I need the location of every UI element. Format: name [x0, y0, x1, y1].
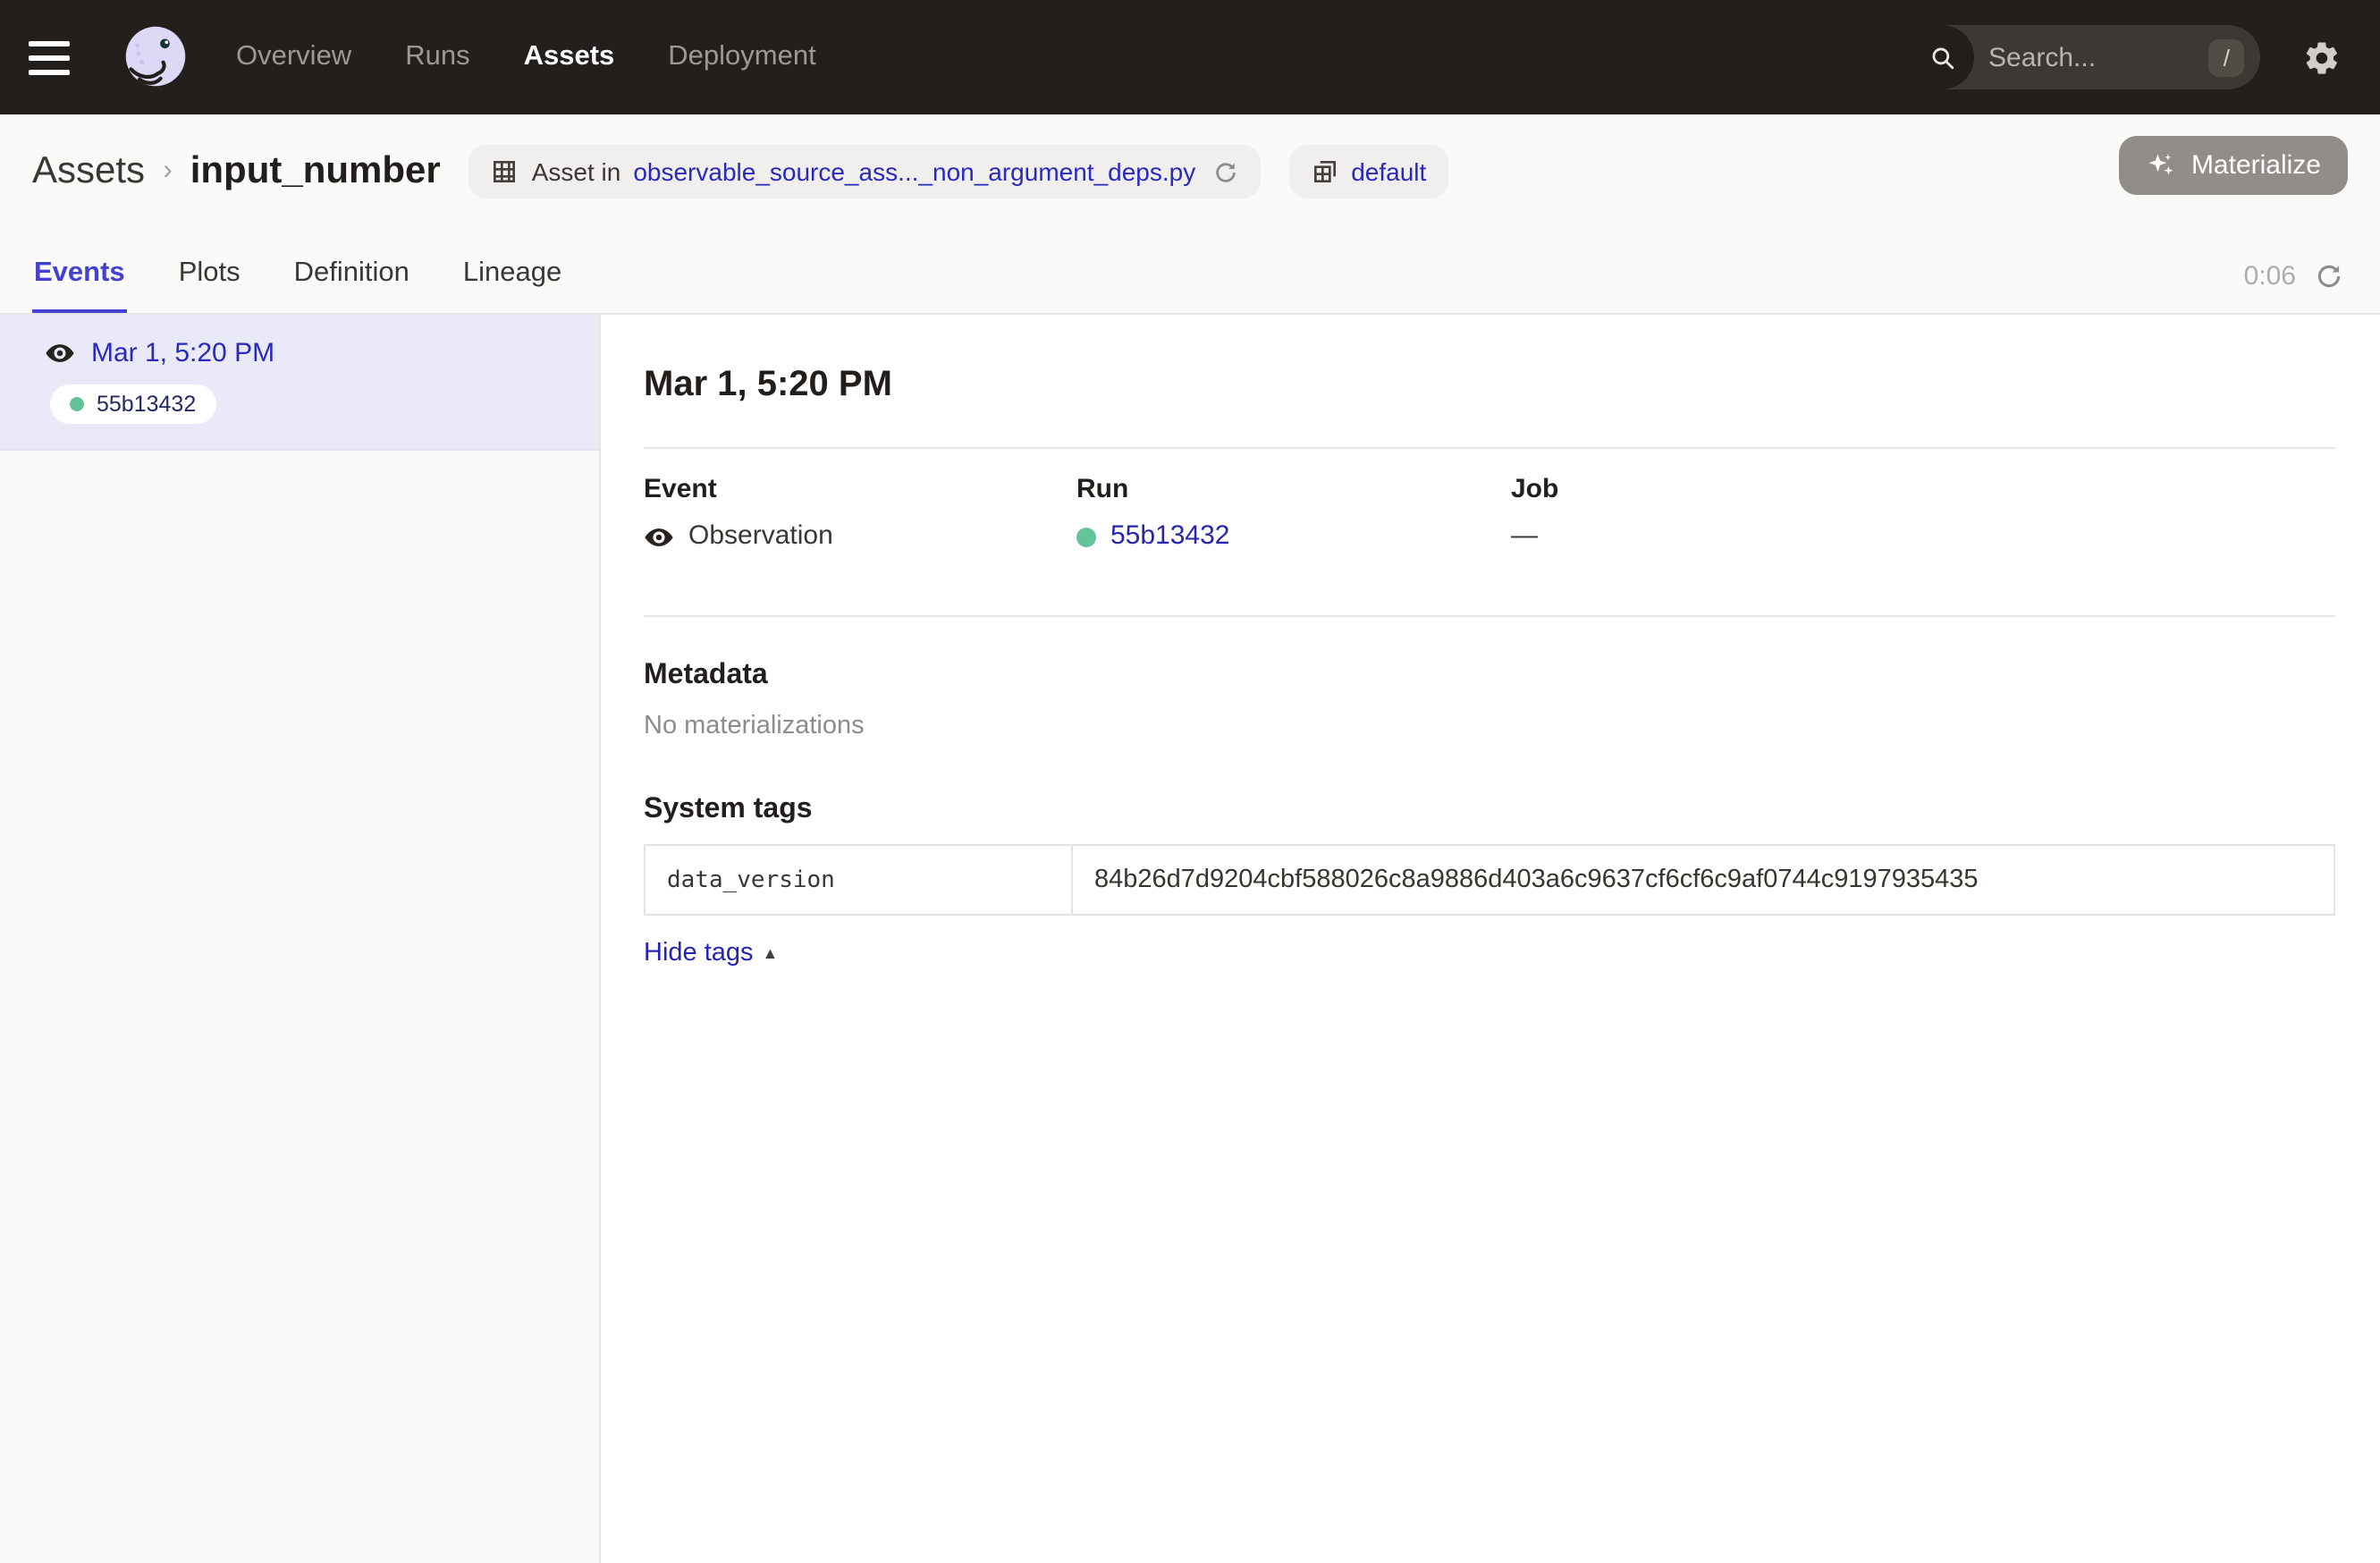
- group-default-link[interactable]: default: [1351, 157, 1426, 186]
- run-column-label: Run: [1076, 472, 1511, 508]
- run-id-link[interactable]: 55b13432: [1110, 517, 1230, 556]
- group-grid-icon: [1310, 157, 1338, 186]
- tab-events[interactable]: Events: [32, 258, 127, 313]
- breadcrumb-chevron-icon: ›: [163, 156, 173, 188]
- nav-item-overview[interactable]: Overview: [236, 41, 351, 73]
- metadata-heading: Metadata: [644, 655, 2335, 697]
- divider: [644, 615, 2335, 617]
- dagster-logo[interactable]: [122, 23, 190, 91]
- event-type-value: Observation: [688, 517, 833, 556]
- materialize-label: Materialize: [2191, 150, 2321, 181]
- job-column-label: Job: [1511, 472, 2335, 508]
- caret-up-icon: ▲: [763, 944, 779, 962]
- sparkle-icon: [2147, 150, 2177, 181]
- metadata-empty-text: No materializations: [644, 708, 2335, 744]
- nav-item-deployment[interactable]: Deployment: [668, 41, 815, 73]
- event-list-sidebar: Mar 1, 5:20 PM 55b13432: [0, 315, 601, 1563]
- system-tags-table: data_version 84b26d7d9204cbf588026c8a988…: [644, 844, 2335, 916]
- job-value: —: [1511, 517, 1538, 556]
- tag-value-cell: 84b26d7d9204cbf588026c8a9886d403a6c9637c…: [1072, 845, 2334, 915]
- hide-tags-toggle[interactable]: Hide tags ▲: [644, 939, 778, 967]
- event-timestamp-link[interactable]: Mar 1, 5:20 PM: [91, 338, 274, 368]
- asset-definition-badge: Asset in observable_source_ass..._non_ar…: [469, 145, 1261, 199]
- run-id-chip-label: 55b13432: [97, 392, 196, 417]
- materialize-button[interactable]: Materialize: [2120, 136, 2348, 195]
- reload-icon[interactable]: [1211, 158, 1238, 185]
- refresh-timer: 0:06: [2244, 261, 2296, 291]
- page-title: input_number: [190, 150, 441, 193]
- observation-eye-icon: [644, 521, 674, 552]
- event-detail-title: Mar 1, 5:20 PM: [644, 359, 2335, 410]
- asset-header: Assets › input_number Asset in observabl…: [0, 114, 2380, 229]
- nav-item-runs[interactable]: Runs: [405, 41, 469, 73]
- tab-plots[interactable]: Plots: [177, 258, 242, 313]
- table-grid-icon: [491, 157, 519, 186]
- tag-key-cell: data_version: [645, 845, 1072, 915]
- event-list-item[interactable]: Mar 1, 5:20 PM 55b13432: [0, 315, 599, 451]
- breadcrumb-assets-link[interactable]: Assets: [32, 150, 145, 193]
- event-detail-panel: Mar 1, 5:20 PM Event Observation: [601, 315, 2380, 1563]
- hamburger-menu-icon[interactable]: [29, 27, 89, 88]
- asset-badge-prefix: Asset in: [532, 157, 621, 186]
- run-status-dot: [1076, 527, 1096, 546]
- search-shortcut-badge: /: [2209, 38, 2244, 76]
- nav-item-assets[interactable]: Assets: [524, 41, 615, 73]
- run-status-dot: [70, 397, 84, 411]
- app-root: Overview Runs Assets Deployment / Assets…: [0, 0, 2380, 1563]
- gear-icon[interactable]: [2303, 38, 2341, 76]
- system-tags-heading: System tags: [644, 789, 2335, 832]
- divider: [644, 447, 2335, 449]
- hide-tags-label: Hide tags: [644, 939, 754, 967]
- event-column-label: Event: [644, 472, 1076, 508]
- tab-lineage[interactable]: Lineage: [461, 258, 563, 313]
- observation-eye-icon: [45, 338, 75, 368]
- refresh-icon[interactable]: [2314, 261, 2344, 291]
- search-input[interactable]: [1974, 42, 2209, 72]
- table-row: data_version 84b26d7d9204cbf588026c8a988…: [645, 845, 2334, 915]
- tab-definition[interactable]: Definition: [292, 258, 411, 313]
- global-search[interactable]: /: [1910, 25, 2260, 89]
- asset-file-link[interactable]: observable_source_ass..._non_argument_de…: [633, 157, 1195, 186]
- primary-nav: Overview Runs Assets Deployment: [236, 41, 816, 73]
- run-id-chip[interactable]: 55b13432: [50, 384, 215, 424]
- asset-tabs-bar: Events Plots Definition Lineage 0:06: [0, 229, 2380, 315]
- search-icon: [1910, 25, 1974, 89]
- top-navbar: Overview Runs Assets Deployment /: [0, 0, 2380, 114]
- asset-group-badge[interactable]: default: [1288, 145, 1447, 199]
